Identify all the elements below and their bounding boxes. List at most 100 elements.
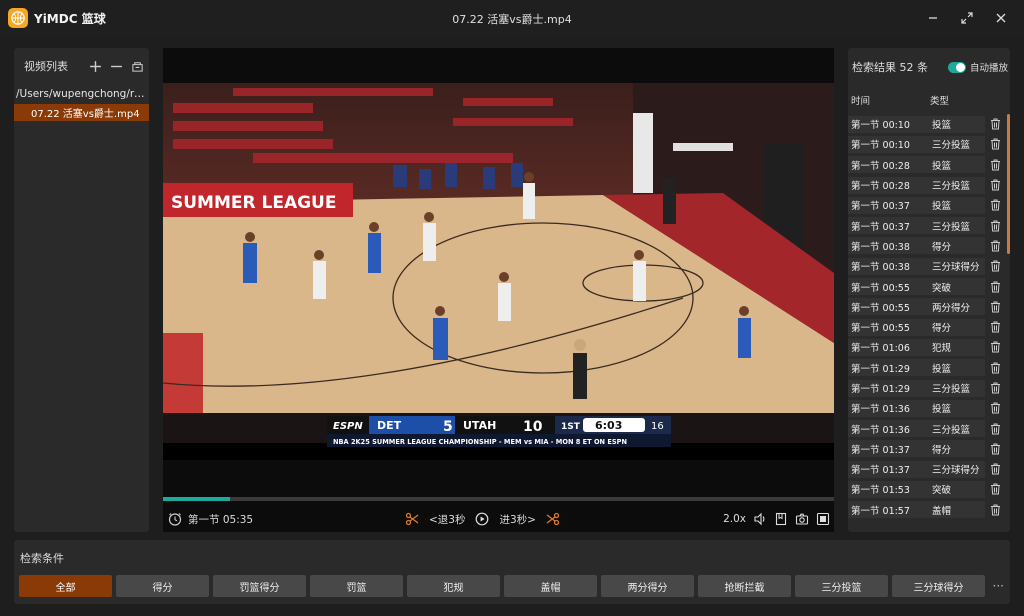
result-type: 突破 (930, 278, 985, 296)
result-time: 第一节 00:38 (848, 237, 930, 255)
clock-icon (166, 510, 184, 528)
filter-chip[interactable]: 得分 (116, 575, 209, 597)
playback-speed[interactable]: 2.0x (723, 513, 746, 525)
result-row[interactable]: 第一节 00:28 三分投篮 (848, 175, 1010, 195)
result-row[interactable]: 第一节 01:37 得分 (848, 439, 1010, 459)
delete-icon[interactable] (985, 260, 1005, 272)
delete-icon[interactable] (985, 483, 1005, 495)
result-type: 投篮 (930, 196, 985, 214)
forward-3s-button[interactable]: 进3秒> (499, 512, 535, 527)
filter-chip[interactable]: 全部 (19, 575, 112, 597)
fullscreen-icon[interactable] (814, 510, 832, 528)
result-row[interactable]: 第一节 01:29 投篮 (848, 358, 1010, 378)
result-row[interactable]: 第一节 00:28 投篮 (848, 155, 1010, 175)
result-type: 三分投篮 (930, 379, 985, 397)
result-row[interactable]: 第一节 00:10 投篮 (848, 114, 1010, 134)
period: 1ST (561, 422, 581, 432)
autoplay-toggle[interactable] (947, 61, 966, 73)
delete-icon[interactable] (985, 463, 1005, 475)
filter-chip[interactable]: 盖帽 (504, 575, 597, 597)
results-scrollbar[interactable] (1007, 114, 1010, 254)
result-row[interactable]: 第一节 00:55 得分 (848, 317, 1010, 337)
delete-icon[interactable] (985, 504, 1005, 516)
result-type: 犯规 (930, 338, 985, 356)
delete-icon[interactable] (985, 402, 1005, 414)
filter-chip[interactable]: 罚篮得分 (213, 575, 306, 597)
result-type: 投篮 (930, 359, 985, 377)
video-list-panel: 视频列表 /Users/wupengchong/rocdi… 07.22 活塞v… (14, 48, 149, 532)
network-logo: ESPN (333, 421, 363, 432)
results-list: 第一节 00:10 投篮 第一节 00:10 三分投篮 第一节 00:28 投篮 第一节 0… (848, 114, 1010, 520)
clip-start-scissors-icon[interactable] (403, 510, 421, 528)
result-time: 第一节 01:57 (848, 501, 930, 519)
delete-icon[interactable] (985, 321, 1005, 333)
video-file-item[interactable]: 07.22 活塞vs爵士.mp4 (14, 104, 149, 121)
more-filters-button[interactable]: ··· (993, 579, 1004, 593)
add-icon[interactable] (86, 57, 104, 75)
video-player: SUMMER LEAGUE ESPN DET 5 UTAH 10 1ST 6:0… (163, 48, 834, 532)
delete-icon[interactable] (985, 199, 1005, 211)
delete-icon[interactable] (985, 301, 1005, 313)
result-row[interactable]: 第一节 00:38 得分 (848, 236, 1010, 256)
close-button[interactable] (984, 4, 1018, 32)
play-icon[interactable] (473, 510, 491, 528)
result-row[interactable]: 第一节 01:36 三分投篮 (848, 418, 1010, 438)
result-type: 投篮 (930, 399, 985, 417)
bookmark-icon[interactable] (772, 510, 790, 528)
delete-icon[interactable] (985, 159, 1005, 171)
result-time: 第一节 00:37 (848, 217, 930, 235)
progress-bar[interactable] (163, 497, 834, 501)
delete-icon[interactable] (985, 443, 1005, 455)
video-frame[interactable]: SUMMER LEAGUE ESPN DET 5 UTAH 10 1ST 6:0… (163, 83, 834, 460)
clip-end-scissors-icon[interactable] (544, 510, 562, 528)
home-team: DET (377, 419, 402, 432)
result-row[interactable]: 第一节 01:29 三分投篮 (848, 378, 1010, 398)
delete-icon[interactable] (985, 240, 1005, 252)
result-type: 投篮 (930, 156, 985, 174)
search-results-panel: 检索结果 52 条 自动播放 时间 类型 第一节 00:10 投篮 第一节 00:1… (848, 48, 1010, 532)
result-row[interactable]: 第一节 01:06 犯规 (848, 337, 1010, 357)
playback-controls: 第一节 05:35 <退3秒 进3秒> 2.0x (163, 506, 834, 532)
filter-chip[interactable]: 抢断拦截 (698, 575, 791, 597)
result-row[interactable]: 第一节 01:53 突破 (848, 479, 1010, 499)
delete-icon[interactable] (985, 341, 1005, 353)
col-time: 时间 (851, 96, 871, 107)
col-type: 类型 (930, 96, 950, 107)
result-row[interactable]: 第一节 00:10 三分投篮 (848, 134, 1010, 154)
result-row[interactable]: 第一节 01:57 盖帽 (848, 500, 1010, 520)
delete-icon[interactable] (985, 118, 1005, 130)
result-row[interactable]: 第一节 01:36 投篮 (848, 398, 1010, 418)
clear-list-icon[interactable] (128, 57, 146, 75)
camera-icon[interactable] (793, 510, 811, 528)
delete-icon[interactable] (985, 138, 1005, 150)
filter-chip[interactable]: 犯规 (407, 575, 500, 597)
volume-icon[interactable] (751, 510, 769, 528)
filter-chip[interactable]: 罚篮 (310, 575, 403, 597)
result-row[interactable]: 第一节 01:37 三分球得分 (848, 459, 1010, 479)
result-type: 投篮 (930, 115, 985, 133)
delete-icon[interactable] (985, 220, 1005, 232)
result-row[interactable]: 第一节 00:37 三分投篮 (848, 215, 1010, 235)
result-row[interactable]: 第一节 00:55 两分得分 (848, 297, 1010, 317)
result-time: 第一节 01:37 (848, 440, 930, 458)
delete-icon[interactable] (985, 423, 1005, 435)
result-row[interactable]: 第一节 00:55 突破 (848, 276, 1010, 296)
maximize-button[interactable] (950, 4, 984, 32)
result-row[interactable]: 第一节 00:37 投篮 (848, 195, 1010, 215)
result-row[interactable]: 第一节 00:38 三分球得分 (848, 256, 1010, 276)
filter-chip[interactable]: 两分得分 (601, 575, 694, 597)
filter-chip[interactable]: 三分球得分 (892, 575, 985, 597)
delete-icon[interactable] (985, 382, 1005, 394)
minimize-button[interactable] (916, 4, 950, 32)
result-time: 第一节 00:10 (848, 115, 930, 133)
result-time: 第一节 00:10 (848, 135, 930, 153)
filter-chip[interactable]: 三分投篮 (795, 575, 888, 597)
result-type: 三分球得分 (930, 257, 985, 275)
back-3s-button[interactable]: <退3秒 (429, 512, 465, 527)
delete-icon[interactable] (985, 281, 1005, 293)
result-time: 第一节 01:36 (848, 399, 930, 417)
delete-icon[interactable] (985, 179, 1005, 191)
remove-icon[interactable] (107, 57, 125, 75)
delete-icon[interactable] (985, 362, 1005, 374)
video-list-title: 视频列表 (24, 60, 68, 73)
